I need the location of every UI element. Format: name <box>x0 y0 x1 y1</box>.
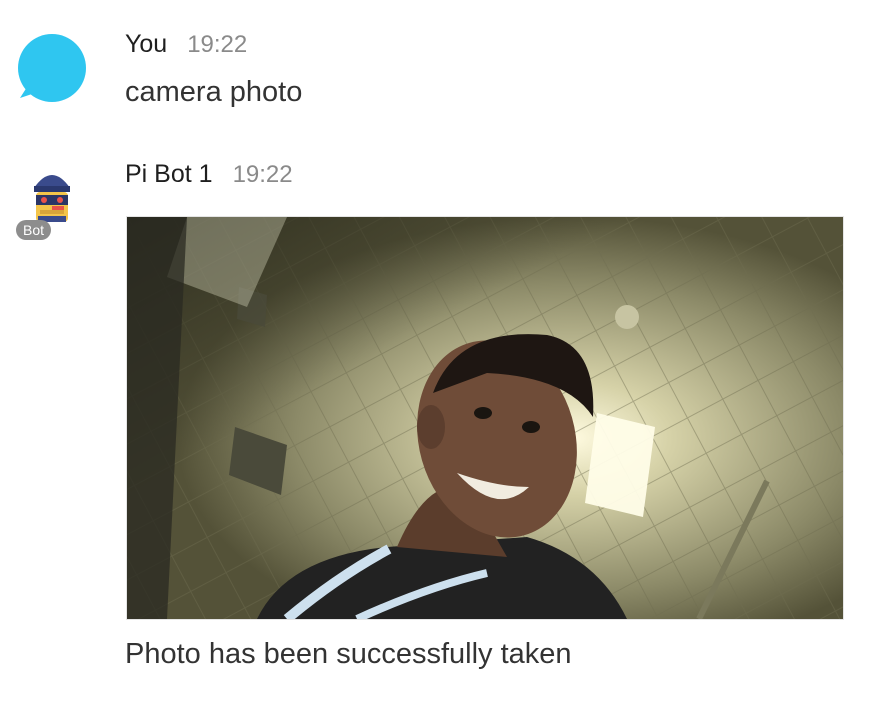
photo-attachment[interactable] <box>126 216 844 620</box>
camera-photo-image <box>127 217 843 619</box>
message-header: Pi Bot 1 19:22 <box>125 160 293 189</box>
sender-name[interactable]: You <box>125 30 167 59</box>
message-time: 19:22 <box>187 31 248 58</box>
message-user: You 19:22 camera photo <box>0 0 872 140</box>
speech-bubble-icon <box>18 34 86 102</box>
sender-name[interactable]: Pi Bot 1 <box>125 160 213 189</box>
user-avatar[interactable] <box>14 32 86 104</box>
message-text: camera photo <box>125 76 303 108</box>
message-caption: Photo has been successfully taken <box>125 638 572 670</box>
bot-badge: Bot <box>16 220 52 240</box>
chat-thread: You 19:22 camera photo Bot Pi Bot 1 19:2… <box>0 0 872 702</box>
bot-avatar[interactable]: Bot <box>14 162 86 240</box>
message-bot: Bot Pi Bot 1 19:22 Photo has been succes… <box>0 140 872 700</box>
message-time: 19:22 <box>232 161 293 188</box>
message-header: You 19:22 <box>125 30 247 59</box>
